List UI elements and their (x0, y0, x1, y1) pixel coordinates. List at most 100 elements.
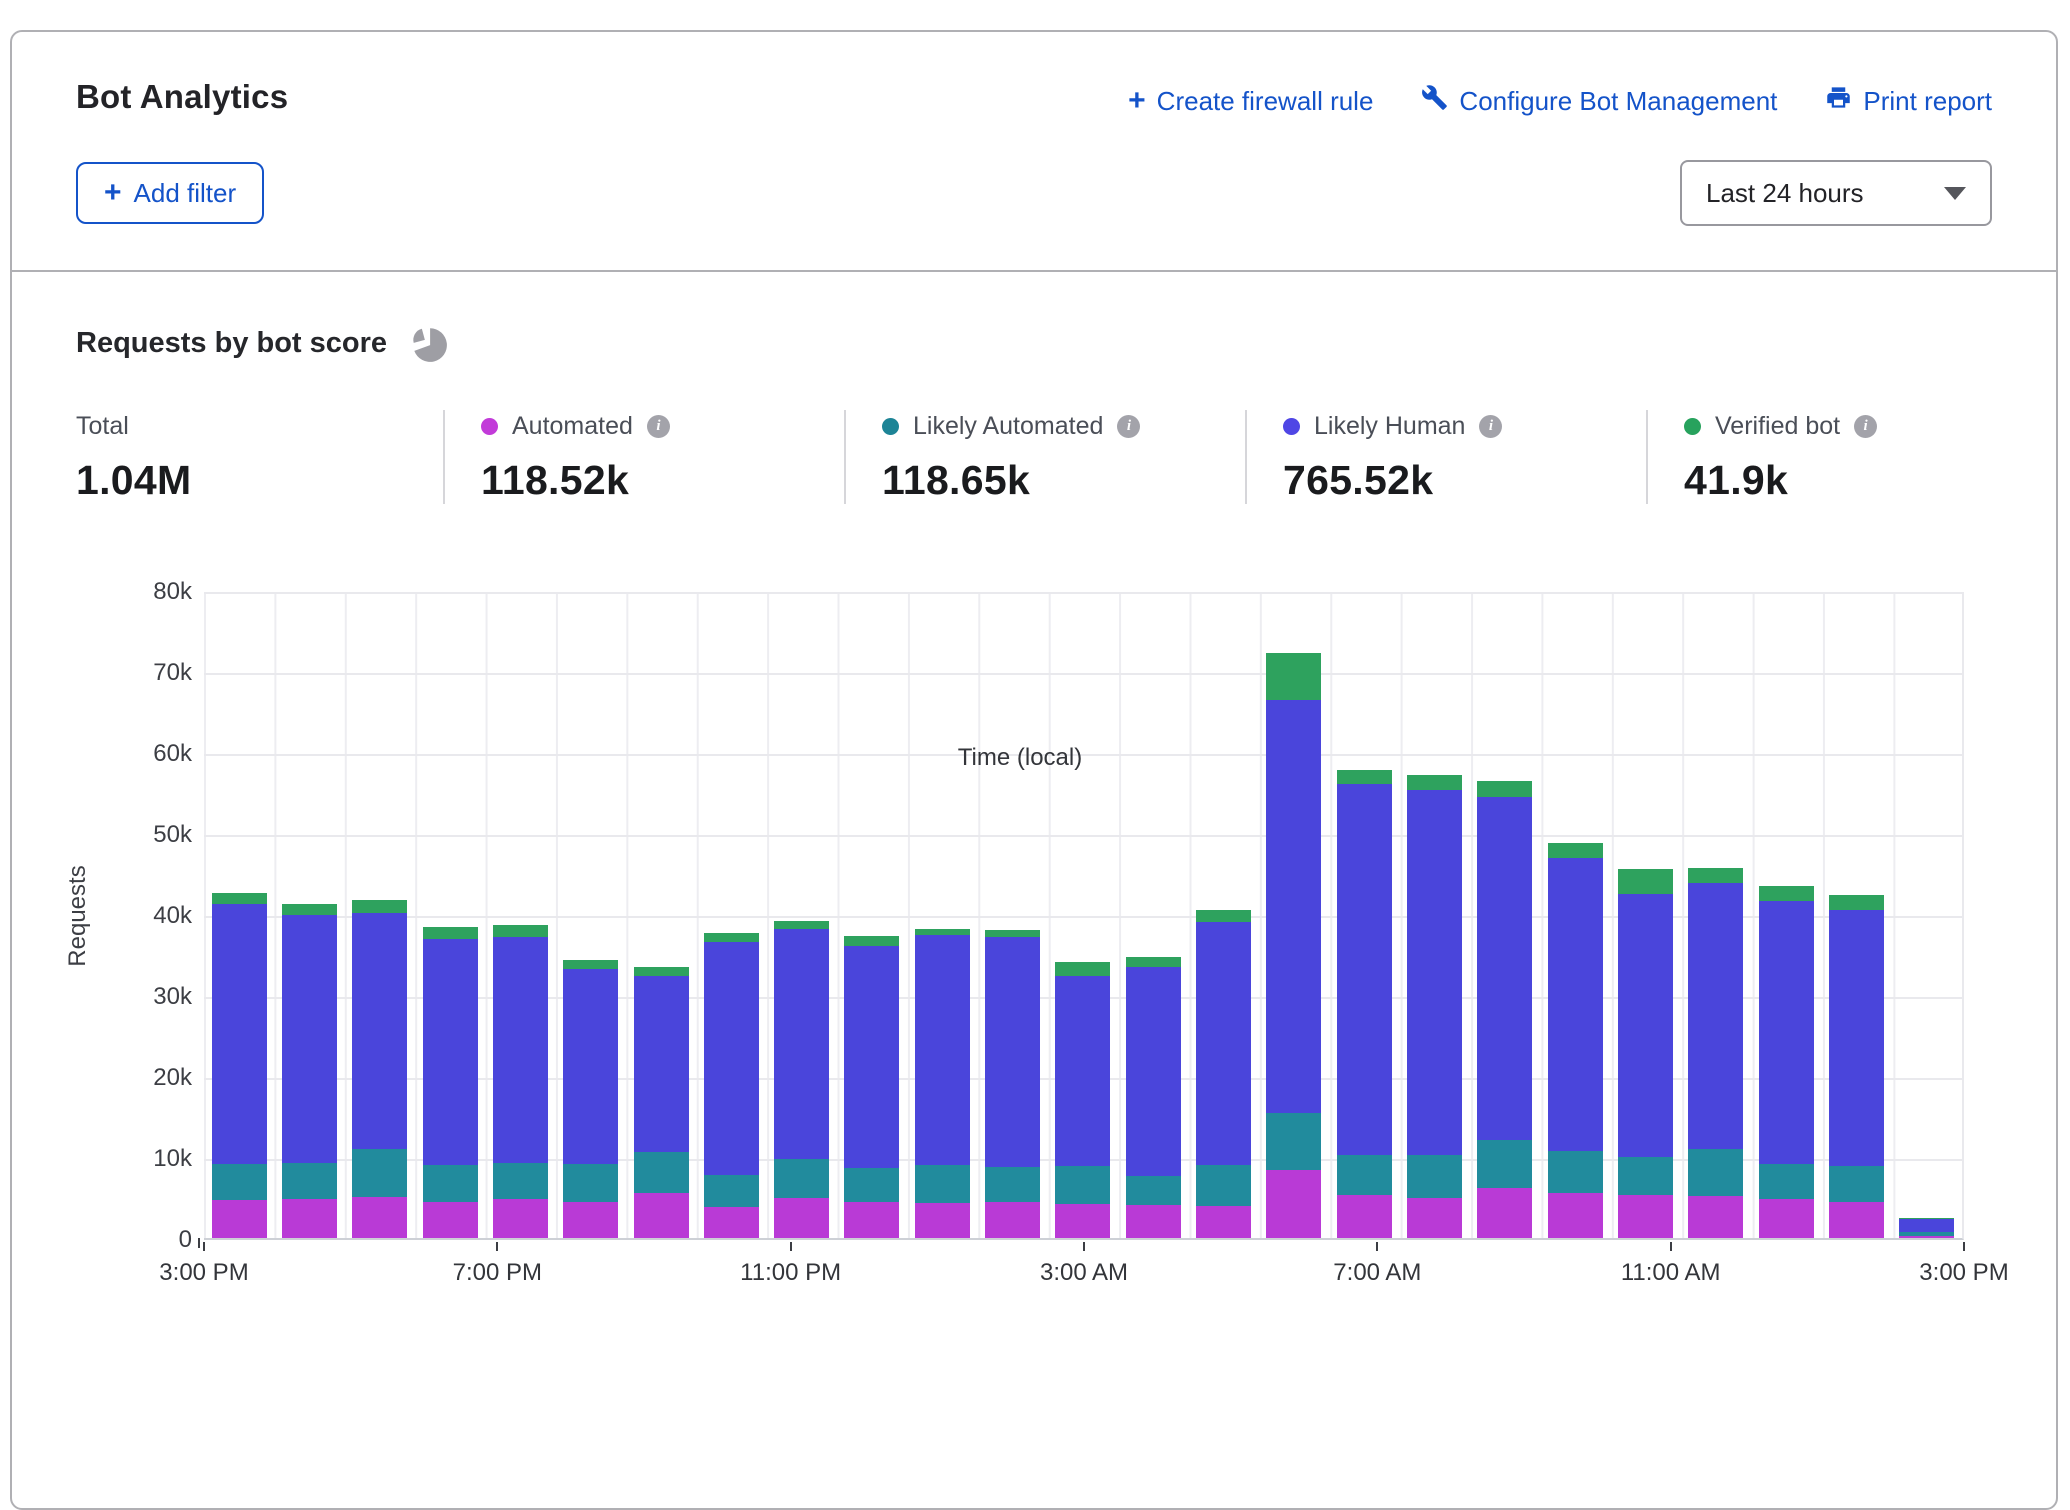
bar-segment (212, 1164, 267, 1200)
bar-column[interactable] (1048, 592, 1118, 1238)
bar-column[interactable] (1751, 592, 1821, 1238)
bar-segment (1548, 1151, 1603, 1192)
add-filter-button[interactable]: + Add filter (76, 162, 264, 224)
bar-segment (1829, 1202, 1884, 1238)
x-tick (203, 1242, 205, 1251)
bar-column[interactable] (1118, 592, 1188, 1238)
bar-column[interactable] (626, 592, 696, 1238)
bar-column[interactable] (556, 592, 626, 1238)
bar-column[interactable] (274, 592, 344, 1238)
bar-segment (915, 1203, 970, 1238)
x-tick (1670, 1242, 1672, 1251)
y-axis-title: Requests (64, 865, 92, 966)
configure-bot-management-link[interactable]: Configure Bot Management (1421, 84, 1777, 118)
bar-segment (1407, 1198, 1462, 1239)
bar-segment (1266, 1170, 1321, 1238)
bot-analytics-card: Bot Analytics + Create firewall rule Con… (10, 30, 2058, 1510)
x-tick (790, 1242, 792, 1251)
print-report-label: Print report (1863, 86, 1992, 117)
bar-column[interactable] (204, 592, 274, 1238)
bar-column[interactable] (1610, 592, 1680, 1238)
bar-column[interactable] (345, 592, 415, 1238)
y-tick-label: 40k (153, 902, 192, 930)
bar-segment (844, 946, 899, 1168)
bar-column[interactable] (1188, 592, 1258, 1238)
stat-label: Automated (512, 412, 633, 441)
x-tick-label: 7:00 PM (453, 1259, 542, 1287)
bar-segment (1407, 790, 1462, 1155)
bar-segment (1407, 1155, 1462, 1198)
bar-segment (1055, 1166, 1110, 1204)
info-icon[interactable]: i (1117, 415, 1140, 438)
info-icon[interactable]: i (647, 415, 670, 438)
bar-segment (844, 936, 899, 946)
bar-column[interactable] (907, 592, 977, 1238)
bar-segment (1899, 1236, 1954, 1238)
bar-segment (1618, 1195, 1673, 1238)
bar-segment (774, 929, 829, 1158)
bar-segment (704, 1175, 759, 1207)
bar-segment (634, 976, 689, 1153)
bar-segment (1126, 957, 1181, 967)
bar-column[interactable] (1821, 592, 1891, 1238)
bar-segment (1759, 886, 1814, 901)
bar-segment (634, 1152, 689, 1193)
wrench-icon (1421, 84, 1448, 118)
bar-segment (1759, 1199, 1814, 1238)
y-tick-label: 30k (153, 983, 192, 1011)
bar-segment (1337, 1195, 1392, 1238)
x-axis: 3:00 PM7:00 PM11:00 PM3:00 AM7:00 AM11:0… (204, 1242, 1964, 1312)
stat-value: 765.52k (1283, 457, 1646, 504)
bar-column[interactable] (977, 592, 1047, 1238)
x-tick (1083, 1242, 1085, 1251)
bar-column[interactable] (837, 592, 907, 1238)
bar-segment (844, 1168, 899, 1203)
bar-segment (282, 904, 337, 915)
bar-segment (282, 1199, 337, 1238)
bars (204, 592, 1962, 1238)
create-firewall-rule-label: Create firewall rule (1157, 86, 1374, 117)
bar-segment (212, 1200, 267, 1238)
time-range-dropdown[interactable]: Last 24 hours (1680, 160, 1992, 226)
bar-column[interactable] (1540, 592, 1610, 1238)
bar-segment (1337, 1155, 1392, 1196)
bar-column[interactable] (1259, 592, 1329, 1238)
bar-segment (774, 1198, 829, 1238)
chart-section: Requests by bot score Total1.04MAutomate… (12, 272, 2056, 1240)
bar-segment (1196, 1206, 1251, 1238)
bar-segment (1055, 1204, 1110, 1238)
bar-column[interactable] (1399, 592, 1469, 1238)
stat-value: 118.65k (882, 457, 1245, 504)
create-firewall-rule-link[interactable]: + Create firewall rule (1128, 86, 1373, 117)
info-icon[interactable]: i (1854, 415, 1877, 438)
bar-column[interactable] (696, 592, 766, 1238)
bar-segment (423, 1202, 478, 1238)
bar-segment (352, 1149, 407, 1197)
bar-segment (423, 1165, 478, 1202)
stat-total: Total1.04M (76, 410, 443, 504)
bar-column[interactable] (1329, 592, 1399, 1238)
add-filter-label: Add filter (134, 178, 237, 209)
bar-segment (1548, 1193, 1603, 1238)
bar-segment (1688, 868, 1743, 883)
bar-segment (563, 1164, 618, 1201)
legend-dot (1283, 418, 1300, 435)
bar-column[interactable] (485, 592, 555, 1238)
y-tick-label: 20k (153, 1064, 192, 1092)
x-tick-label: 3:00 PM (1919, 1259, 2008, 1287)
stats-row: Total1.04MAutomatedi118.52kLikely Automa… (76, 410, 1992, 504)
bar-segment (563, 969, 618, 1164)
bar-segment (1618, 894, 1673, 1157)
bar-column[interactable] (767, 592, 837, 1238)
bar-segment (1477, 797, 1532, 1140)
bar-column[interactable] (415, 592, 485, 1238)
print-report-link[interactable]: Print report (1825, 84, 1992, 118)
bar-column[interactable] (1681, 592, 1751, 1238)
info-icon[interactable]: i (1479, 415, 1502, 438)
bar-column[interactable] (1892, 592, 1962, 1238)
bar-segment (1477, 1140, 1532, 1188)
bar-column[interactable] (1470, 592, 1540, 1238)
bar-segment (704, 1207, 759, 1238)
printer-icon (1825, 84, 1852, 118)
y-tick-label: 10k (153, 1145, 192, 1173)
